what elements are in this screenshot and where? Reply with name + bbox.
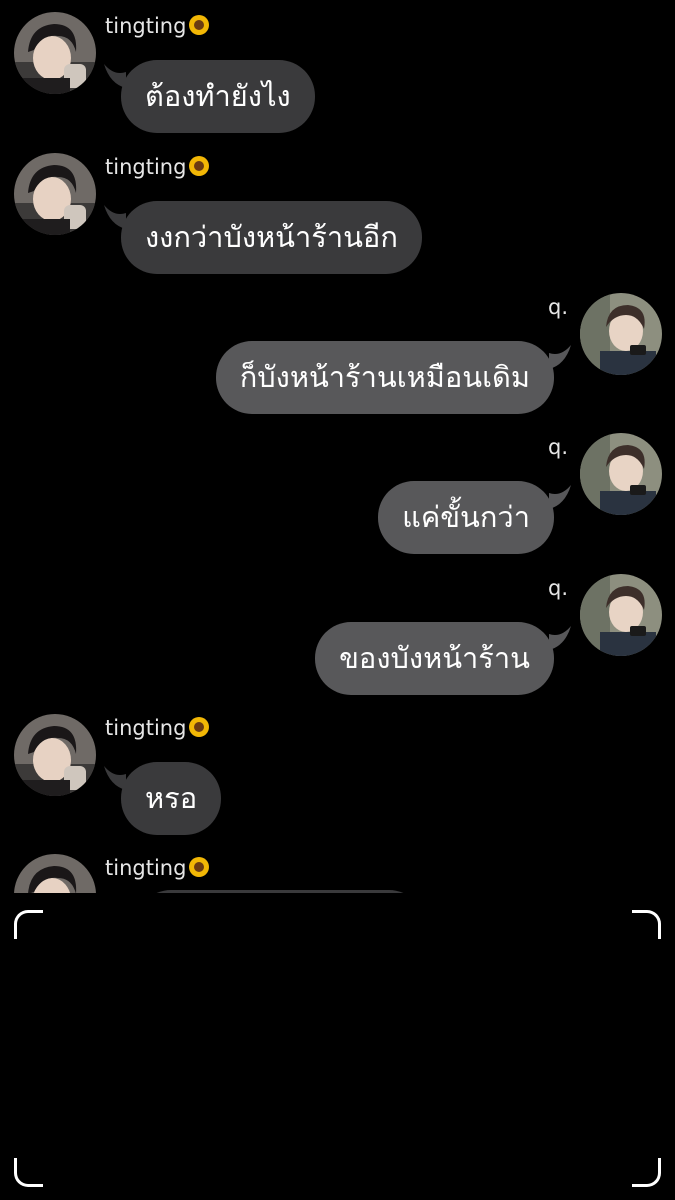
message-bubble[interactable]	[135, 890, 425, 893]
avatar[interactable]	[580, 293, 662, 375]
message-row: tingting	[0, 854, 675, 893]
sender-name: tingting	[105, 854, 210, 882]
sender-name: q.	[547, 435, 568, 459]
message-row: q. แค่ขั้นกว่า	[0, 433, 675, 573]
avatar[interactable]	[14, 153, 96, 235]
message-bubble[interactable]: ก็บังหน้าร้านเหมือนเดิม	[215, 341, 554, 414]
sender-name: tingting	[105, 714, 210, 742]
message-bubble[interactable]: ต้องทำยังไง	[121, 60, 315, 133]
frame-corner-top-left	[14, 910, 43, 939]
sunflower-icon	[189, 15, 210, 35]
message-bubble[interactable]: หรอ	[121, 762, 222, 835]
sunflower-icon	[189, 717, 210, 737]
avatar[interactable]	[580, 433, 662, 515]
avatar[interactable]	[14, 12, 96, 94]
message-row: q. ของบังหน้าร้าน	[0, 574, 675, 714]
avatar[interactable]	[14, 854, 96, 893]
frame-corner-bottom-right	[632, 1158, 661, 1187]
avatar[interactable]	[580, 574, 662, 656]
message-row: tingting ต้องทำยังไง	[0, 12, 675, 152]
message-row: tingting หรอ	[0, 714, 675, 854]
message-bubble[interactable]: งงกว่าบังหน้าร้านอีก	[121, 201, 422, 274]
sunflower-icon	[189, 156, 210, 176]
sunflower-icon	[189, 857, 210, 877]
sender-name: tingting	[105, 153, 210, 181]
message-row: tingting งงกว่าบังหน้าร้านอีก	[0, 153, 675, 293]
message-bubble[interactable]: แค่ขั้นกว่า	[378, 481, 554, 554]
message-bubble[interactable]: ของบังหน้าร้าน	[315, 622, 554, 695]
sender-name: q.	[547, 576, 568, 600]
chat-thread[interactable]: tingting ต้องทำยังไง tingting งงกว่าบังห…	[0, 0, 675, 893]
message-row: q. ก็บังหน้าร้านเหมือนเดิม	[0, 293, 675, 433]
avatar[interactable]	[14, 714, 96, 796]
frame-corner-bottom-left	[14, 1158, 43, 1187]
sender-name: tingting	[105, 12, 210, 40]
frame-corner-top-right	[632, 910, 661, 939]
sender-name: q.	[547, 295, 568, 319]
